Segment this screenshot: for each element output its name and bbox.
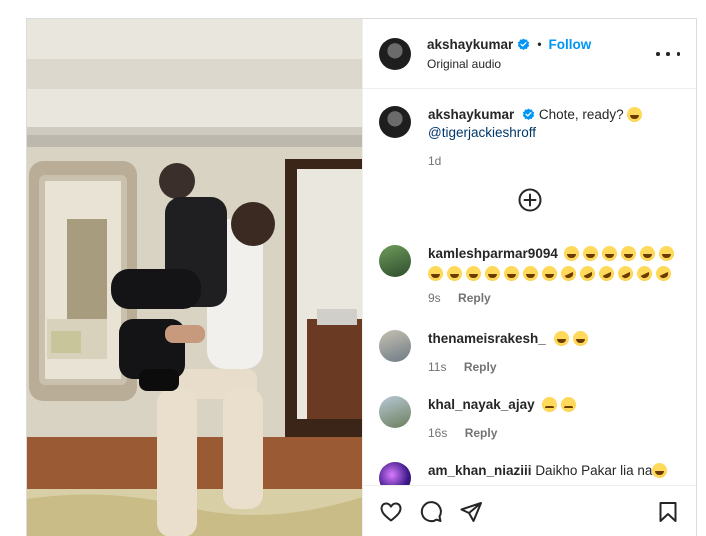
crying-emoji-icon: [542, 397, 558, 412]
comment-item: kamleshparmar9094 9s Reply: [379, 245, 680, 307]
rolling-laughing-emoji-icon: [653, 263, 674, 284]
laughing-emoji-icon: [658, 246, 674, 261]
caption-mention[interactable]: @tigerjackieshroff: [428, 125, 536, 140]
post-video[interactable]: [27, 19, 362, 536]
laughing-emoji-icon: [466, 266, 481, 281]
comments-section[interactable]: akshaykumar Chote, ready? @tigerjackiesh…: [363, 90, 696, 485]
reply-button[interactable]: Reply: [464, 360, 497, 374]
rolling-laughing-emoji-icon: [615, 263, 636, 284]
caption: akshaykumar Chote, ready? @tigerjackiesh…: [379, 106, 680, 170]
laughing-emoji-icon: [652, 463, 668, 478]
emoji-group: [542, 397, 580, 412]
audio-label[interactable]: Original audio: [427, 57, 591, 71]
laughing-emoji-icon: [428, 266, 443, 281]
comment-item: am_khan_niaziii Daikho Pakar lia na: [379, 462, 680, 485]
heart-icon[interactable]: [379, 500, 403, 524]
commenter-avatar[interactable]: [379, 462, 411, 485]
caption-avatar[interactable]: [379, 106, 411, 138]
follow-button[interactable]: Follow: [549, 37, 592, 52]
crying-emoji-icon: [561, 397, 577, 412]
laughing-emoji-icon: [572, 331, 588, 346]
laughing-emoji-icon: [542, 266, 557, 281]
rolling-laughing-emoji-icon: [596, 263, 617, 284]
send-icon[interactable]: [459, 500, 483, 524]
rolling-laughing-emoji-icon: [634, 263, 655, 284]
comment-text: Daikho Pakar lia na: [535, 463, 653, 478]
commenter-avatar[interactable]: [379, 396, 411, 428]
emoji-group: [563, 246, 678, 261]
laughing-emoji-icon: [601, 246, 617, 261]
caption-text: Chote, ready?: [538, 107, 624, 122]
reply-button[interactable]: Reply: [458, 291, 491, 305]
laughing-emoji-icon: [627, 107, 643, 122]
commenter-avatar[interactable]: [379, 245, 411, 277]
verified-badge-icon: [522, 108, 535, 121]
action-bar: [363, 485, 696, 536]
add-circle-icon[interactable]: [518, 188, 542, 212]
comment-username[interactable]: thenameisrakesh_: [428, 331, 546, 346]
comment-time[interactable]: 16s: [428, 426, 447, 440]
more-options-icon[interactable]: [656, 45, 680, 63]
comment-username[interactable]: am_khan_niaziii: [428, 463, 532, 478]
comment-item: thenameisrakesh_ 11s Reply: [379, 330, 680, 376]
caption-time[interactable]: 1d: [428, 154, 441, 168]
post-card: akshaykumar • Follow Original audio aksh…: [26, 18, 697, 536]
laughing-emoji-icon: [447, 266, 462, 281]
reply-button[interactable]: Reply: [465, 426, 498, 440]
emoji-group: [553, 331, 592, 346]
comment-time[interactable]: 11s: [428, 360, 446, 374]
comment-username[interactable]: kamleshparmar9094: [428, 246, 558, 261]
verified-badge-icon: [518, 37, 530, 50]
comment-item: khal_nayak_ajay 16s Reply: [379, 396, 680, 442]
laughing-emoji-icon: [504, 266, 519, 281]
post-panel: akshaykumar • Follow Original audio aksh…: [362, 19, 696, 536]
rolling-laughing-emoji-icon: [558, 263, 579, 284]
emoji-group: [428, 263, 678, 284]
video-frame-illustration: [27, 19, 362, 536]
laughing-emoji-icon: [582, 246, 598, 261]
laughing-emoji-icon: [523, 266, 538, 281]
comment-time[interactable]: 9s: [428, 291, 441, 305]
laughing-emoji-icon: [553, 331, 569, 346]
laughing-emoji-icon: [563, 246, 579, 261]
author-avatar[interactable]: [379, 37, 411, 70]
author-info: akshaykumar • Follow Original audio: [427, 37, 591, 71]
separator-dot: •: [537, 37, 542, 51]
bookmark-icon[interactable]: [656, 500, 680, 524]
laughing-emoji-icon: [485, 266, 500, 281]
comment-username[interactable]: khal_nayak_ajay: [428, 397, 535, 412]
caption-username[interactable]: akshaykumar: [428, 107, 514, 122]
rolling-laughing-emoji-icon: [577, 263, 598, 284]
commenter-avatar[interactable]: [379, 330, 411, 362]
comment-icon[interactable]: [419, 500, 443, 524]
laughing-emoji-icon: [620, 246, 636, 261]
post-header: akshaykumar • Follow Original audio: [363, 19, 696, 89]
author-username[interactable]: akshaykumar: [427, 37, 513, 52]
laughing-emoji-icon: [639, 246, 655, 261]
